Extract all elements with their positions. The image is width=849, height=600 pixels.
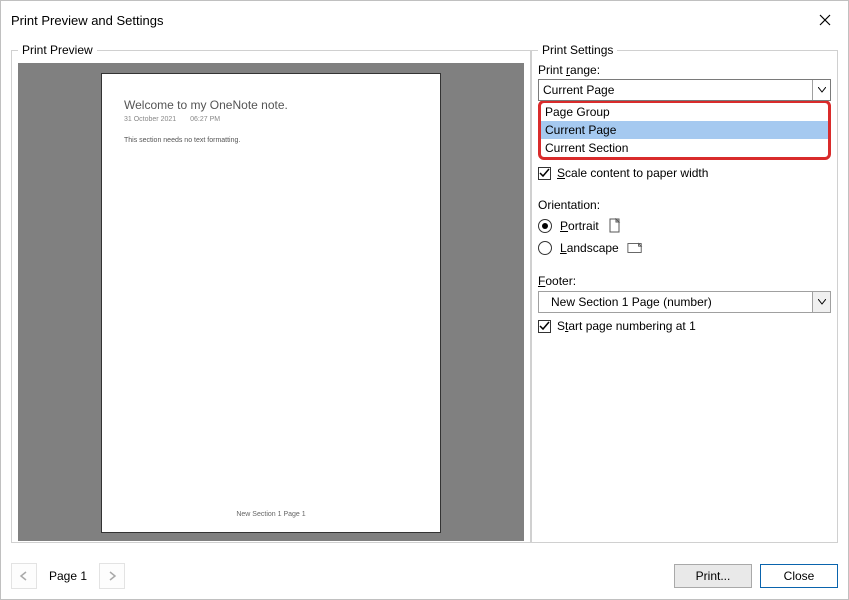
titlebar: Print Preview and Settings: [1, 1, 848, 39]
print-range-value: Current Page: [543, 83, 614, 97]
print-range-dropdown: Page Group Current Page Current Section: [538, 100, 831, 160]
landscape-page-icon: [627, 240, 643, 256]
page-title: Welcome to my OneNote note.: [124, 98, 418, 112]
landscape-label: Landscape: [560, 241, 619, 255]
print-range-option[interactable]: Current Section: [541, 139, 828, 157]
portrait-radio[interactable]: [538, 219, 552, 233]
print-preview-group: Print Preview Welcome to my OneNote note…: [11, 43, 531, 543]
window-title: Print Preview and Settings: [11, 13, 163, 28]
close-icon[interactable]: [812, 7, 838, 33]
arrow-left-icon: [19, 571, 29, 581]
page-time: 06:27 PM: [190, 116, 220, 123]
print-settings-group: Print Settings Print range: Current Page…: [531, 43, 838, 543]
bottom-bar: Page 1 Print... Close: [1, 553, 848, 599]
page-body: This section needs no text formatting.: [124, 137, 418, 144]
footer-value: New Section 1 Page (number): [551, 295, 712, 309]
chevron-down-icon: [812, 292, 830, 312]
chevron-down-icon: [812, 80, 830, 100]
print-settings-legend: Print Settings: [538, 43, 617, 57]
preview-page: Welcome to my OneNote note. 31 October 2…: [101, 73, 441, 533]
scale-content-checkbox[interactable]: [538, 167, 551, 180]
footer-label: Footer:: [538, 274, 831, 288]
scale-content-label: Scale content to paper width: [557, 166, 708, 180]
page-meta: 31 October 2021 06:27 PM: [124, 116, 418, 123]
close-button[interactable]: Close: [760, 564, 838, 588]
page-date: 31 October 2021: [124, 116, 176, 123]
portrait-page-icon: [607, 218, 623, 234]
prev-page-button[interactable]: [11, 563, 37, 589]
print-button[interactable]: Print...: [674, 564, 752, 588]
next-page-button[interactable]: [99, 563, 125, 589]
print-range-select[interactable]: Current Page: [538, 79, 831, 101]
arrow-right-icon: [107, 571, 117, 581]
print-range-label: Print range:: [538, 63, 831, 77]
portrait-label: Portrait: [560, 219, 599, 233]
landscape-radio[interactable]: [538, 241, 552, 255]
print-range-option[interactable]: Current Page: [541, 121, 828, 139]
start-page-number-checkbox[interactable]: [538, 320, 551, 333]
dialog-print-preview-settings: Print Preview and Settings Print Preview…: [0, 0, 849, 600]
footer-select[interactable]: New Section 1 Page (number): [538, 291, 831, 313]
preview-canvas: Welcome to my OneNote note. 31 October 2…: [18, 63, 524, 541]
page-footer: New Section 1 Page 1: [124, 511, 418, 522]
print-range-option[interactable]: Page Group: [541, 103, 828, 121]
page-indicator: Page 1: [49, 569, 87, 583]
orientation-label: Orientation:: [538, 198, 831, 212]
print-preview-legend: Print Preview: [18, 43, 97, 57]
start-page-number-label: Start page numbering at 1: [557, 319, 696, 333]
